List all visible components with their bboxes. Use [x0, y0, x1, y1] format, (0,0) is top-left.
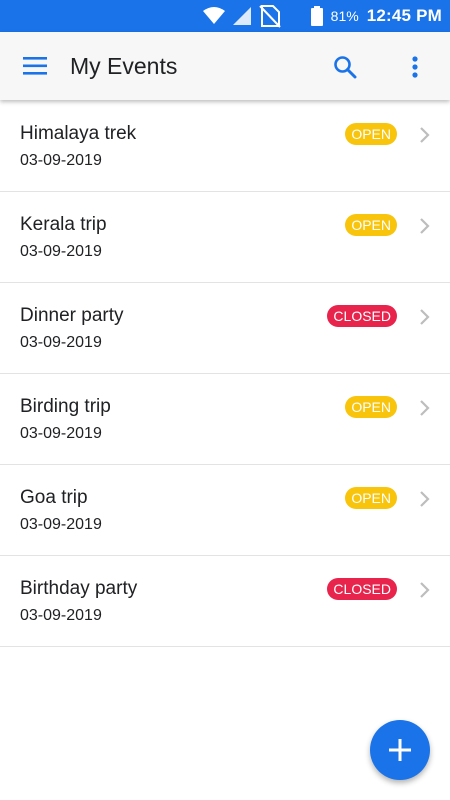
status-badge: CLOSED [327, 305, 397, 327]
clock: 12:45 PM [366, 6, 442, 25]
event-name: Dinner party [20, 305, 124, 326]
battery-percent: 81% [330, 8, 359, 24]
chevron-right-icon [420, 309, 430, 325]
add-icon [389, 739, 411, 761]
search-button[interactable] [328, 50, 362, 84]
menu-icon [23, 57, 47, 75]
more-vert-icon [412, 56, 418, 78]
event-date: 03-09-2019 [20, 334, 102, 351]
chevron-right-icon [420, 400, 430, 416]
chevron-right-icon [420, 218, 430, 234]
search-icon [334, 56, 357, 79]
event-row[interactable]: Kerala trip 03-09-2019 OPEN [0, 192, 450, 283]
event-row[interactable]: Birding trip 03-09-2019 OPEN [0, 374, 450, 465]
more-options-button[interactable] [400, 50, 430, 84]
event-name: Goa trip [20, 487, 88, 508]
event-row[interactable]: Goa trip 03-09-2019 OPEN [0, 465, 450, 556]
chevron-right-icon [420, 127, 430, 143]
event-name: Himalaya trek [20, 123, 137, 144]
event-row[interactable]: Dinner party 03-09-2019 CLOSED [0, 283, 450, 374]
status-badge: OPEN [345, 396, 397, 418]
status-badge: CLOSED [327, 578, 397, 600]
event-date: 03-09-2019 [20, 516, 102, 533]
add-event-button[interactable] [370, 720, 430, 780]
no-sim-icon [258, 4, 281, 28]
event-date: 03-09-2019 [20, 152, 102, 169]
event-date: 03-09-2019 [20, 607, 102, 624]
signal-icon [232, 7, 251, 25]
status-badge: OPEN [345, 123, 397, 145]
event-name: Birding trip [20, 396, 111, 417]
chevron-right-icon [420, 582, 430, 598]
menu-button[interactable] [18, 51, 52, 81]
wifi-icon [202, 7, 225, 25]
event-name: Birthday party [20, 578, 138, 599]
page-title: My Events [70, 53, 178, 79]
battery-icon [310, 6, 323, 26]
event-name: Kerala trip [20, 214, 107, 235]
chevron-right-icon [420, 491, 430, 507]
event-row[interactable]: Himalaya trek 03-09-2019 OPEN [0, 101, 450, 192]
event-row[interactable]: Birthday party 03-09-2019 CLOSED [0, 556, 450, 647]
status-bar: 81% 12:45 PM [0, 0, 450, 32]
event-date: 03-09-2019 [20, 243, 102, 260]
status-badge: OPEN [345, 487, 397, 509]
event-date: 03-09-2019 [20, 425, 102, 442]
app-bar: My Events [0, 32, 450, 100]
event-list: Himalaya trek 03-09-2019 OPEN Kerala tri… [0, 101, 450, 647]
status-badge: OPEN [345, 214, 397, 236]
